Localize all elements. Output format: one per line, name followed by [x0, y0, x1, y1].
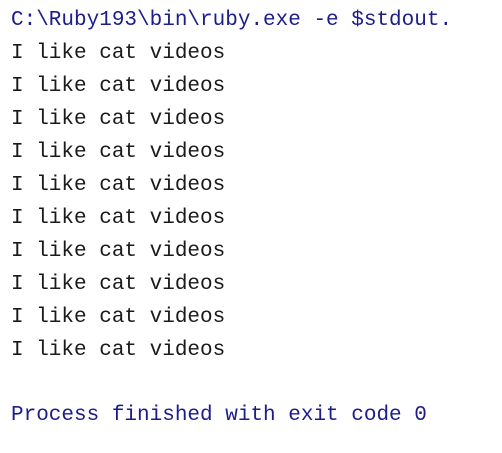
output-line: I like cat videos: [11, 174, 226, 197]
output-line: I like cat videos: [11, 141, 226, 164]
command-line: C:\Ruby193\bin\ruby.exe -e $stdout.: [11, 9, 453, 32]
output-line: I like cat videos: [11, 306, 226, 329]
output-line: I like cat videos: [11, 240, 226, 263]
console-output-pane: C:\Ruby193\bin\ruby.exe -e $stdout. I li…: [0, 0, 502, 453]
exit-status-line: Process finished with exit code 0: [11, 404, 427, 427]
output-line: I like cat videos: [11, 42, 226, 65]
output-line: I like cat videos: [11, 273, 226, 296]
output-line: I like cat videos: [11, 207, 226, 230]
output-line: I like cat videos: [11, 108, 226, 131]
output-line: I like cat videos: [11, 339, 226, 362]
output-line: I like cat videos: [11, 75, 226, 98]
